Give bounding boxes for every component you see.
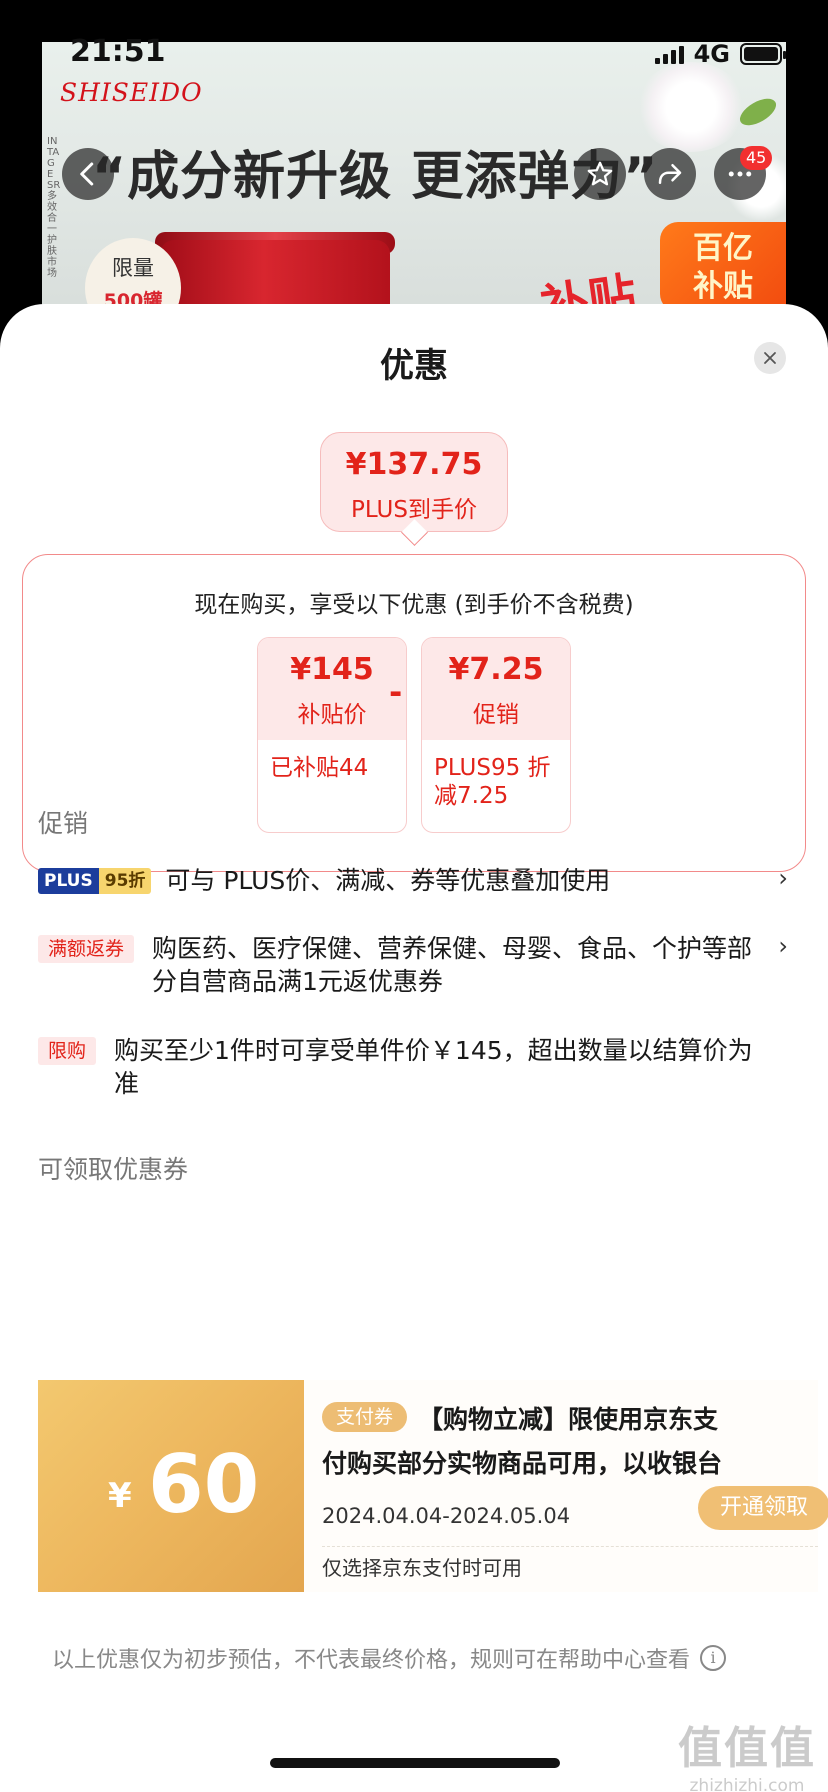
share-button[interactable] (644, 148, 696, 200)
coupons-section-label: 可领取优惠券 (38, 1155, 189, 1184)
signal-icon (654, 44, 684, 64)
coupon-divider (322, 1546, 818, 1547)
promotions-section-label: 促销 (38, 809, 89, 838)
brand-logo: SHISEIDO (60, 78, 203, 107)
breakdown-title: 现在购买，享受以下优惠 (到手价不含税费) (194, 592, 634, 618)
watermark-title: 值值值 (678, 1723, 816, 1774)
sheet-title: 优惠 (380, 346, 448, 386)
promotion-card: ¥7.25 促销 PLUS95 折减7.25 (421, 637, 571, 833)
coupon-amount: 60 (148, 1438, 260, 1531)
subsidy-tag: 百亿 补贴 (660, 222, 786, 312)
message-count-badge: 45 (740, 146, 773, 170)
close-button[interactable] (754, 342, 786, 374)
subsidy-price-value: ¥145 (290, 652, 374, 687)
watermark: 值值值 zhizhizhi.com (678, 1712, 816, 1792)
status-time: 21:51 (70, 34, 166, 69)
promotion-detail: PLUS95 折减7.25 (434, 755, 551, 809)
star-icon (587, 161, 613, 186)
coupon-validity: 2024.04.04-2024.05.04 (322, 1504, 571, 1528)
subsidy-price-name: 补贴价 (297, 702, 367, 728)
minus-operator: - (389, 673, 403, 711)
coupon-currency: ¥ (108, 1476, 132, 1516)
chevron-left-icon (80, 162, 94, 186)
claim-coupon-button[interactable]: 开通领取 (698, 1486, 828, 1530)
promo-text: 购医药、医疗保健、营养保健、母婴、食品、个护等部分自营商品满1元返优惠券 (152, 934, 753, 996)
chevron-right-icon: › (778, 864, 788, 892)
coupon-amount-panel: ¥ 60 (38, 1380, 304, 1592)
watermark-domain: zhizhizhi.com (689, 1776, 805, 1792)
share-icon (658, 164, 682, 184)
subsidy-price-detail: 已补贴44 (270, 755, 369, 781)
status-indicators: 4G (654, 40, 786, 68)
promo-item-purchase-limit: 限购 购买至少1件时可享受单件价￥145，超出数量以结算价为准 (38, 1034, 788, 1100)
close-icon (764, 352, 776, 364)
plus-badge-discount: 95折 (98, 868, 152, 894)
coupon-note: 仅选择京东支付时可用 (322, 1556, 522, 1580)
promo-item-coupon-return[interactable]: 满额返券 购医药、医疗保健、营养保健、母婴、食品、个护等部分自营商品满1元返优惠… (38, 932, 788, 998)
info-icon[interactable]: i (700, 1645, 727, 1671)
coupon-type-tag: 支付券 (322, 1402, 408, 1432)
back-button[interactable] (62, 148, 114, 200)
banner-side-text: INTAGE SR多效合一护肤市场 (47, 136, 61, 279)
promo-tag: 限购 (38, 1037, 97, 1065)
promo-text: 可与 PLUS价、满减、券等优惠叠加使用 (165, 866, 611, 895)
coupon-card: ¥ 60 【购物立减】限使用京东支付购买部分实物商品可用，以收银台结算为… 支付… (38, 1380, 828, 1592)
battery-icon (740, 43, 786, 65)
limit-badge-line1: 限量 (112, 256, 154, 280)
disclaimer-text: 以上优惠仅为初步预估，不代表最终价格，规则可在帮助中心查看 (52, 1648, 691, 1673)
subsidy-tag-line2: 补贴 (693, 269, 753, 304)
discount-sheet: 优惠 ¥137.75 PLUS到手价 现在购买，享受以下优惠 (到手价不含税费)… (0, 304, 828, 1792)
promo-tag: 满额返券 (38, 935, 135, 963)
price-breakdown-box: 现在购买，享受以下优惠 (到手价不含税费) ¥145 补贴价 已补贴44 - ¥… (22, 554, 806, 872)
final-price-label: PLUS到手价 (351, 497, 477, 523)
favorite-button[interactable] (574, 148, 626, 200)
promo-item-plus[interactable]: PLUS 95折 可与 PLUS价、满减、券等优惠叠加使用 › (38, 864, 788, 897)
promo-text: 购买至少1件时可享受单件价￥145，超出数量以结算价为准 (114, 1036, 753, 1098)
plus-discount-badge: PLUS 95折 (38, 868, 152, 894)
promotion-name: 促销 (473, 702, 519, 728)
subsidy-price-card: ¥145 补贴价 已补贴44 (257, 637, 407, 833)
final-price-amount: ¥137.75 (345, 447, 483, 482)
final-price-bubble: ¥137.75 PLUS到手价 (320, 432, 508, 532)
disclaimer: 以上优惠仅为初步预估，不代表最终价格，规则可在帮助中心查看 i (52, 1642, 727, 1674)
subsidy-tag-line1: 百亿 (693, 231, 753, 266)
network-type: 4G (693, 40, 730, 68)
promotion-value: ¥7.25 (448, 652, 544, 687)
coupon-details-panel: 【购物立减】限使用京东支付购买部分实物商品可用，以收银台结算为… 支付券 202… (304, 1380, 828, 1592)
home-indicator (270, 1758, 560, 1768)
chevron-right-icon: › (778, 932, 788, 960)
plus-badge-label: PLUS (38, 868, 99, 894)
